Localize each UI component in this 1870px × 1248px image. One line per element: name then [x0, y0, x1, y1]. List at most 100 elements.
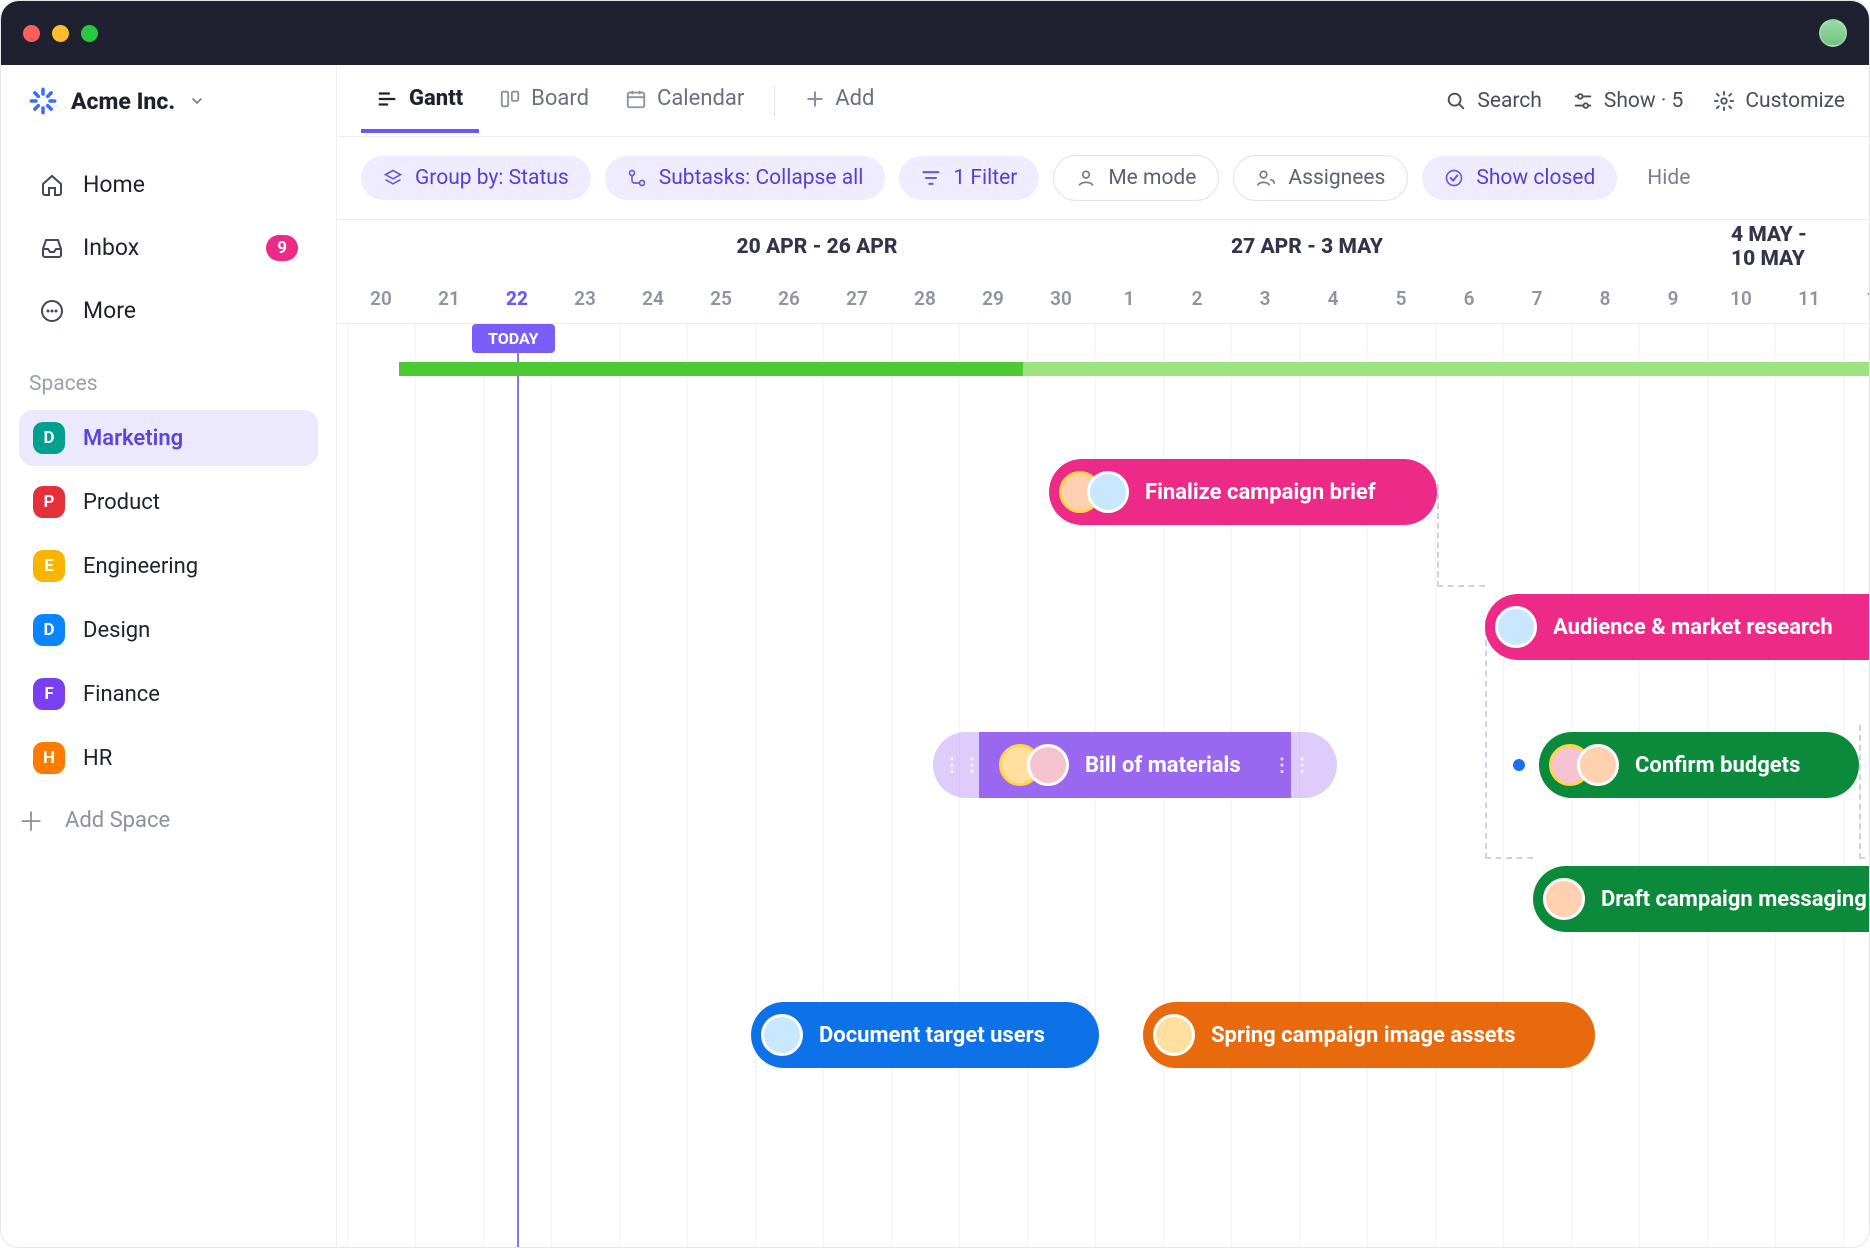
drag-handle-icon[interactable]: ⋮⋮ [943, 755, 983, 776]
gridline [687, 324, 688, 1247]
tab-separator [774, 86, 775, 116]
task-bar[interactable]: ⋮⋮Bill of materials⋮⋮ [933, 732, 1337, 798]
day-header[interactable]: 28 [891, 274, 959, 323]
close-window-icon[interactable] [23, 25, 40, 42]
avatar[interactable] [1577, 744, 1619, 786]
sidebar-item-more[interactable]: More [17, 285, 320, 336]
day-header[interactable]: 21 [415, 274, 483, 323]
app-logo-icon [29, 87, 57, 115]
drag-handle-icon[interactable]: ⋮⋮ [1273, 755, 1313, 776]
tab-add-view[interactable]: Add [789, 68, 890, 133]
gantt-icon [377, 88, 399, 110]
day-header[interactable]: 9 [1639, 274, 1707, 323]
gridline [891, 324, 892, 1247]
avatar[interactable] [1027, 744, 1069, 786]
day-header[interactable]: 11 [1775, 274, 1843, 323]
space-label: Engineering [83, 554, 198, 579]
me-mode-button[interactable]: Me mode [1053, 155, 1219, 201]
maximize-window-icon[interactable] [81, 25, 98, 42]
sidebar-space-marketing[interactable]: DMarketing [19, 410, 318, 466]
sidebar-item-home[interactable]: Home [17, 159, 320, 210]
tab-board[interactable]: Board [483, 68, 605, 133]
check-circle-icon [1444, 168, 1464, 188]
day-header[interactable]: 1 [1095, 274, 1163, 323]
day-header[interactable]: 30 [1027, 274, 1095, 323]
tab-calendar[interactable]: Calendar [609, 68, 760, 133]
day-header[interactable]: 26 [755, 274, 823, 323]
search-button[interactable]: Search [1445, 89, 1542, 113]
sidebar-space-product[interactable]: PProduct [19, 474, 318, 530]
today-marker-line[interactable] [517, 352, 519, 1247]
day-header[interactable]: 8 [1571, 274, 1639, 323]
workspace-switcher[interactable]: Acme Inc. [1, 65, 336, 137]
avatar[interactable] [1543, 878, 1585, 920]
space-label: Marketing [83, 426, 183, 451]
task-bar[interactable]: Draft campaign messaging & copy [1533, 866, 1869, 932]
milestone-dot[interactable] [1513, 759, 1525, 771]
day-header[interactable]: 6 [1435, 274, 1503, 323]
group-by-button[interactable]: Group by: Status [361, 156, 591, 200]
assignee-avatars[interactable] [1495, 606, 1537, 648]
assignees-button[interactable]: Assignees [1233, 155, 1408, 201]
sidebar-space-design[interactable]: DDesign [19, 602, 318, 658]
day-header[interactable]: 3 [1231, 274, 1299, 323]
hide-filters-button[interactable]: Hide [1647, 166, 1690, 190]
show-closed-button[interactable]: Show closed [1422, 156, 1617, 200]
sidebar-space-finance[interactable]: FFinance [19, 666, 318, 722]
day-header[interactable]: 4 [1299, 274, 1367, 323]
day-header[interactable]: 7 [1503, 274, 1571, 323]
gantt-chart[interactable]: 20 APR - 26 APR27 APR - 3 MAY4 MAY - 10 … [337, 220, 1869, 1247]
customize-button[interactable]: Customize [1713, 89, 1845, 113]
task-bar[interactable]: Confirm budgets [1539, 732, 1859, 798]
week-headers: 20 APR - 26 APR27 APR - 3 MAY4 MAY - 10 … [337, 220, 1869, 274]
day-header[interactable]: 23 [551, 274, 619, 323]
plus-icon [805, 89, 825, 109]
assignee-avatars[interactable] [1059, 471, 1129, 513]
home-icon [39, 173, 65, 197]
add-space-button[interactable]: ＋ Add Space [1, 786, 336, 855]
space-badge-icon: D [33, 614, 65, 646]
sidebar-space-hr[interactable]: HHR [19, 730, 318, 786]
filter-button[interactable]: 1 Filter [899, 156, 1039, 200]
day-header[interactable]: 2 [1163, 274, 1231, 323]
task-bar[interactable]: Audience & market research [1485, 594, 1869, 660]
sidebar-space-engineering[interactable]: EEngineering [19, 538, 318, 594]
pill-label: Me mode [1108, 166, 1196, 190]
tab-gantt[interactable]: Gantt [361, 68, 479, 133]
day-header[interactable]: 22 [483, 274, 551, 323]
week-range-label: 20 APR - 26 APR [737, 235, 898, 259]
assignee-avatars[interactable] [999, 744, 1069, 786]
day-header[interactable]: 27 [823, 274, 891, 323]
nav-label: Home [83, 171, 145, 198]
assignee-avatars[interactable] [1153, 1014, 1195, 1056]
gridline [823, 324, 824, 1247]
avatar[interactable] [761, 1014, 803, 1056]
subtasks-button[interactable]: Subtasks: Collapse all [605, 156, 886, 200]
task-bar[interactable]: Spring campaign image assets [1143, 1002, 1595, 1068]
day-header[interactable]: 24 [619, 274, 687, 323]
show-button[interactable]: Show · 5 [1572, 89, 1684, 113]
day-header[interactable]: 25 [687, 274, 755, 323]
gantt-grid[interactable]: TODAYFinalize campaign briefAudience & m… [337, 324, 1869, 1247]
assignee-avatars[interactable] [1549, 744, 1619, 786]
minimize-window-icon[interactable] [52, 25, 69, 42]
assignee-avatars[interactable] [761, 1014, 803, 1056]
space-badge-icon: F [33, 678, 65, 710]
avatar[interactable] [1087, 471, 1129, 513]
pill-label: 1 Filter [953, 166, 1017, 190]
gridline [415, 324, 416, 1247]
day-header[interactable]: 12 [1843, 274, 1869, 323]
day-header[interactable]: 10 [1707, 274, 1775, 323]
task-bar[interactable]: Finalize campaign brief [1049, 459, 1437, 525]
day-header[interactable]: 20 [347, 274, 415, 323]
day-header[interactable]: 29 [959, 274, 1027, 323]
avatar[interactable] [1153, 1014, 1195, 1056]
day-header[interactable]: 5 [1367, 274, 1435, 323]
sidebar-item-inbox[interactable]: Inbox 9 [17, 222, 320, 273]
customize-label: Customize [1745, 89, 1845, 113]
current-user-avatar[interactable] [1819, 19, 1847, 47]
space-list: DMarketingPProductEEngineeringDDesignFFi… [1, 410, 336, 786]
assignee-avatars[interactable] [1543, 878, 1585, 920]
avatar[interactable] [1495, 606, 1537, 648]
task-bar[interactable]: Document target users [751, 1002, 1099, 1068]
